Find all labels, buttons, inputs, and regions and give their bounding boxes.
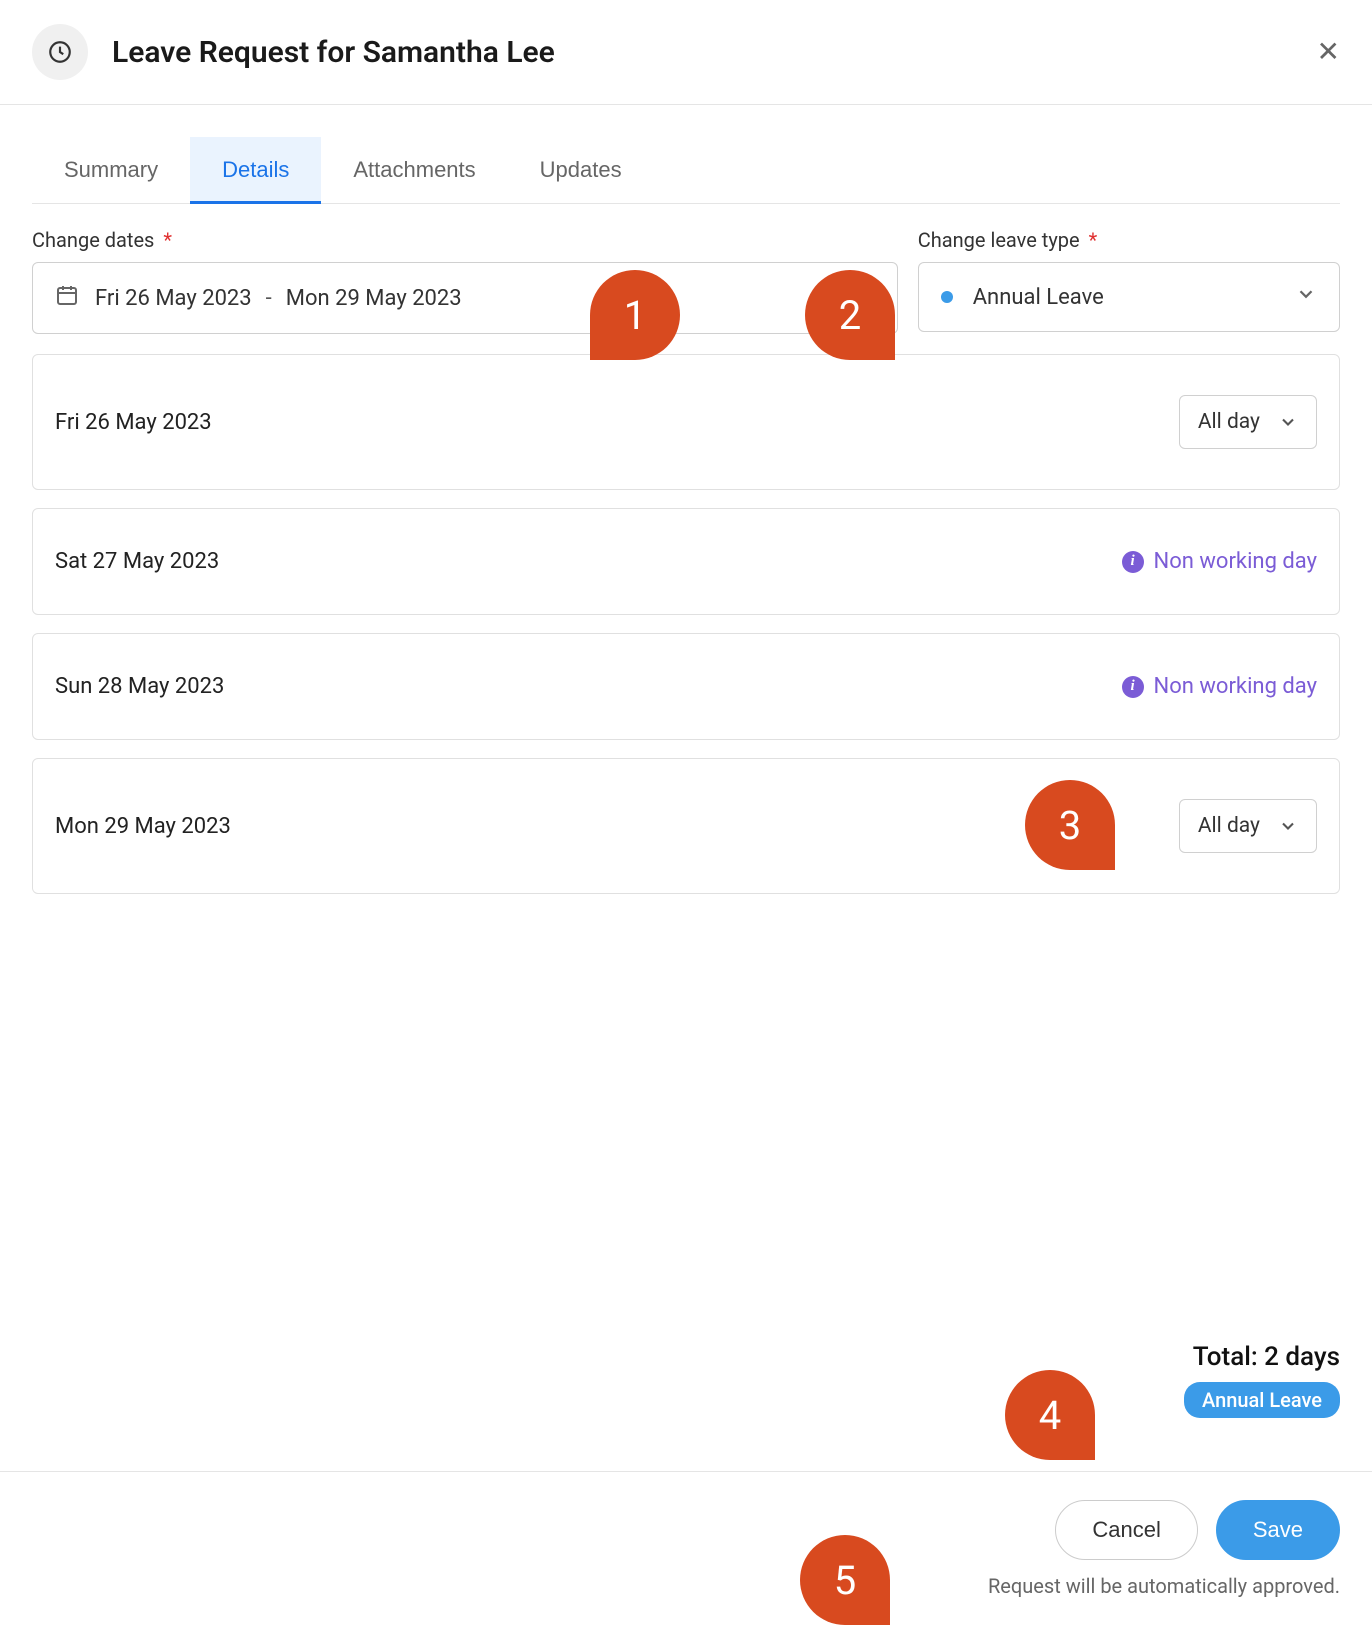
required-indicator: * bbox=[1089, 228, 1098, 252]
day-row: Mon 29 May 2023 All day bbox=[32, 758, 1340, 894]
day-date: Sun 28 May 2023 bbox=[55, 674, 224, 699]
chevron-down-icon bbox=[1295, 283, 1317, 311]
day-date: Mon 29 May 2023 bbox=[55, 814, 231, 839]
chevron-down-icon bbox=[1278, 816, 1298, 836]
save-button[interactable]: Save bbox=[1216, 1500, 1340, 1560]
change-leave-type-label-text: Change leave type bbox=[918, 228, 1080, 252]
tabs-container: Summary Details Attachments Updates bbox=[0, 137, 1372, 204]
callout-1: 1 bbox=[590, 270, 680, 360]
non-working-text: Non working day bbox=[1154, 674, 1317, 699]
leave-type-value: Annual Leave bbox=[973, 285, 1104, 310]
clock-icon bbox=[32, 24, 88, 80]
day-row: Fri 26 May 2023 All day bbox=[32, 354, 1340, 490]
leave-type-badge: Annual Leave bbox=[1184, 1382, 1340, 1418]
day-row: Sat 27 May 2023 i Non working day bbox=[32, 508, 1340, 615]
non-working-note: i Non working day bbox=[1122, 549, 1317, 574]
day-duration-select[interactable]: All day bbox=[1179, 395, 1317, 449]
tabs: Summary Details Attachments Updates bbox=[32, 137, 1340, 204]
modal-title: Leave Request for Samantha Lee bbox=[112, 35, 555, 70]
leave-type-select[interactable]: Annual Leave bbox=[918, 262, 1340, 332]
fields-row: Change dates * Fri 26 May 2023 - Mon 29 … bbox=[0, 204, 1372, 334]
day-date: Sat 27 May 2023 bbox=[55, 549, 219, 574]
day-duration-select[interactable]: All day bbox=[1179, 799, 1317, 853]
day-date: Fri 26 May 2023 bbox=[55, 410, 212, 435]
days-list: Fri 26 May 2023 All day Sat 27 May 2023 … bbox=[0, 354, 1372, 894]
callout-3: 3 bbox=[1025, 780, 1115, 870]
tab-details[interactable]: Details bbox=[190, 137, 321, 203]
info-icon: i bbox=[1122, 676, 1144, 698]
date-start: Fri 26 May 2023 bbox=[95, 286, 252, 311]
total-days: Total: 2 days bbox=[1184, 1342, 1340, 1372]
close-icon: ✕ bbox=[1317, 36, 1340, 67]
day-row: Sun 28 May 2023 i Non working day bbox=[32, 633, 1340, 740]
tab-updates[interactable]: Updates bbox=[508, 137, 654, 203]
change-leave-type-label: Change leave type * bbox=[918, 228, 1340, 252]
change-leave-type-field: Change leave type * Annual Leave bbox=[918, 228, 1340, 334]
modal-footer: Cancel Save Request will be automaticall… bbox=[0, 1471, 1372, 1638]
date-separator: - bbox=[266, 286, 272, 311]
date-range-picker[interactable]: Fri 26 May 2023 - Mon 29 May 2023 bbox=[32, 262, 898, 334]
non-working-note: i Non working day bbox=[1122, 674, 1317, 699]
date-end: Mon 29 May 2023 bbox=[286, 286, 462, 311]
calendar-icon bbox=[55, 283, 95, 313]
callout-5: 5 bbox=[800, 1535, 890, 1625]
day-duration-value: All day bbox=[1198, 410, 1260, 434]
day-duration-value: All day bbox=[1198, 814, 1260, 838]
callout-4: 4 bbox=[1005, 1370, 1095, 1460]
cancel-button[interactable]: Cancel bbox=[1055, 1500, 1197, 1560]
auto-approve-note: Request will be automatically approved. bbox=[988, 1574, 1340, 1598]
footer-buttons: Cancel Save bbox=[1055, 1500, 1340, 1560]
non-working-text: Non working day bbox=[1154, 549, 1317, 574]
info-icon: i bbox=[1122, 551, 1144, 573]
callout-2: 2 bbox=[805, 270, 895, 360]
summary-block: Total: 2 days Annual Leave bbox=[1184, 1342, 1340, 1418]
tab-summary[interactable]: Summary bbox=[32, 137, 190, 203]
change-dates-field: Change dates * Fri 26 May 2023 - Mon 29 … bbox=[32, 228, 898, 334]
change-dates-label: Change dates * bbox=[32, 228, 898, 252]
close-button[interactable]: ✕ bbox=[1317, 38, 1340, 66]
leave-request-modal: Leave Request for Samantha Lee ✕ Summary… bbox=[0, 0, 1372, 894]
required-indicator: * bbox=[163, 228, 172, 252]
tab-attachments[interactable]: Attachments bbox=[321, 137, 507, 203]
change-dates-label-text: Change dates bbox=[32, 228, 154, 252]
chevron-down-icon bbox=[1278, 412, 1298, 432]
leave-type-color-dot bbox=[941, 291, 953, 303]
modal-header: Leave Request for Samantha Lee ✕ bbox=[0, 0, 1372, 105]
